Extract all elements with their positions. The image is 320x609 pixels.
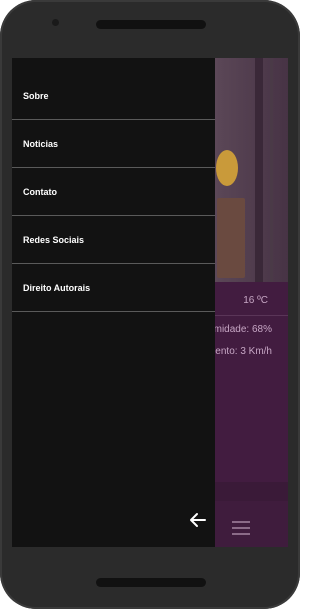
top-speaker — [96, 20, 206, 29]
drawer-item-label: Redes Sociais — [23, 234, 85, 245]
hamburger-menu-icon[interactable] — [232, 521, 250, 535]
drawer-item-direito-autorais[interactable]: Direito Autorais — [12, 264, 215, 312]
drawer-item-redes-sociais[interactable]: Redes Sociais — [12, 216, 215, 264]
drawer-item-contato[interactable]: Contato — [12, 168, 215, 216]
photo-sign — [216, 150, 238, 186]
photo-chair — [217, 198, 245, 278]
arrow-left-icon[interactable] — [188, 510, 208, 530]
menu-line — [232, 533, 250, 535]
screen: 16 ºC midade: 68% ento: 3 Km/h Sobre Not… — [12, 58, 288, 547]
photo-post — [255, 58, 263, 282]
drawer-item-label: Noticias — [23, 138, 59, 149]
drawer-item-label: Contato — [23, 186, 57, 197]
bottom-speaker — [96, 578, 206, 587]
temperature-value: 16 ºC — [243, 295, 268, 306]
drawer-item-sobre[interactable]: Sobre — [12, 58, 215, 120]
drawer-item-noticias[interactable]: Noticias — [12, 120, 215, 168]
drawer-item-label: Sobre — [23, 90, 49, 101]
phone-frame: 16 ºC midade: 68% ento: 3 Km/h Sobre Not… — [0, 0, 300, 609]
photo-post-thin — [270, 58, 273, 282]
menu-line — [232, 527, 250, 529]
drawer-item-label: Direito Autorais — [23, 282, 91, 293]
humidity-value: midade: 68% — [213, 324, 272, 335]
wind-value: ento: 3 Km/h — [215, 346, 272, 357]
navigation-drawer: Sobre Noticias Contato Redes Sociais Dir… — [12, 58, 215, 547]
menu-line — [232, 521, 250, 523]
front-camera — [52, 19, 59, 26]
